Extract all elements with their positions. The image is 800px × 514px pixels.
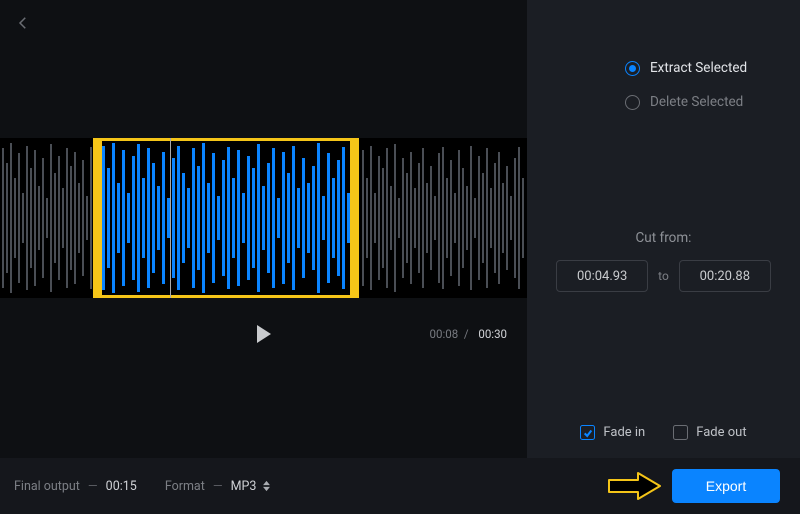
time-separator: / [461,327,474,341]
selection-handle-end[interactable] [350,138,359,298]
cut-from-label: Cut from: [547,230,780,246]
app-root: 00:08 / 00:30 Final output — 00:15 Forma… [0,0,800,514]
checkbox-fade-out[interactable]: Fade out [673,425,746,440]
final-output-segment: Final output — 00:15 [14,479,137,494]
chevron-left-icon [14,14,32,32]
format-value: MP3 [231,479,257,494]
radio-label: Delete Selected [650,94,743,110]
format-dropdown-icon [262,480,271,492]
divider: — [213,479,223,494]
format-segment[interactable]: Format — MP3 [165,479,272,494]
export-button[interactable]: Export [672,469,780,503]
right-footer: Export [527,458,800,514]
radio-delete-selected[interactable]: Delete Selected [625,94,743,110]
time-current: 00:08 [430,327,459,341]
waveform-background [0,138,527,298]
radio-label: Extract Selected [650,60,747,76]
play-button[interactable] [257,325,271,343]
radio-extract-selected[interactable]: Extract Selected [625,60,747,76]
radio-icon [625,95,640,110]
settings-panel: Extract Selected Delete Selected Cut fro… [527,0,800,514]
fade-options: Fade in Fade out [547,339,780,440]
cut-from-section: Cut from: 00:04.93 to 00:20.88 [547,230,780,292]
waveform-track[interactable] [0,138,527,298]
cut-from-row: 00:04.93 to 00:20.88 [547,260,780,292]
playhead[interactable] [170,138,171,298]
final-output-label: Final output [14,479,80,494]
mode-radio-group: Extract Selected Delete Selected [547,60,780,110]
cut-to-label: to [658,269,669,283]
divider: — [88,479,98,494]
left-footer: Final output — 00:15 Format — MP3 [0,458,527,514]
selection-handle-start[interactable] [93,138,102,298]
time-display: 00:08 / 00:30 [430,327,507,341]
callout-arrow-icon [606,469,664,503]
radio-icon [625,61,640,76]
checkbox-icon [580,425,595,440]
playback-controls: 00:08 / 00:30 [0,304,527,364]
back-button[interactable] [14,14,32,32]
format-label: Format [165,479,205,494]
checkbox-label: Fade out [696,425,746,440]
checkbox-icon [673,425,688,440]
checkbox-fade-in[interactable]: Fade in [580,425,645,440]
cut-from-input[interactable]: 00:04.93 [556,260,648,292]
cut-to-input[interactable]: 00:20.88 [679,260,771,292]
final-output-value: 00:15 [106,479,137,494]
preview-panel: 00:08 / 00:30 Final output — 00:15 Forma… [0,0,527,514]
checkbox-label: Fade in [603,425,645,440]
time-total: 00:30 [478,327,507,341]
